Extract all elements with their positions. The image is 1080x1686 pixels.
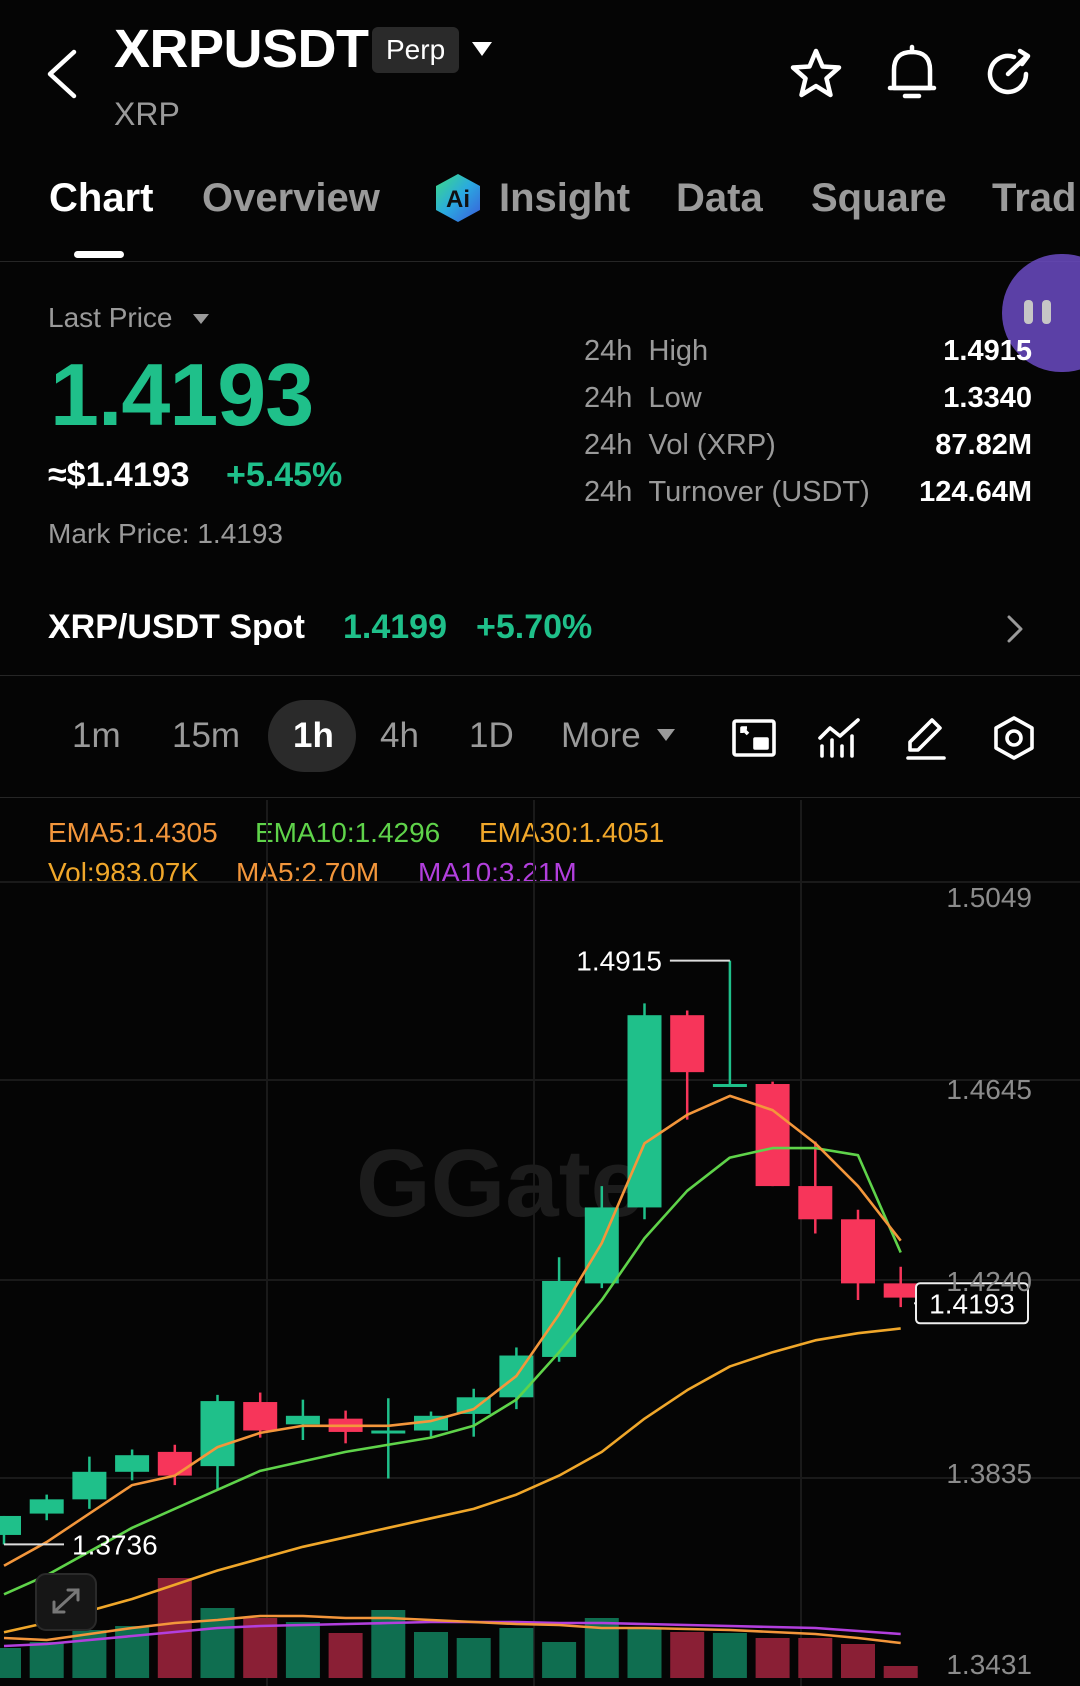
- svg-text:Ai: Ai: [446, 186, 470, 213]
- stat-low-label: 24h Low: [584, 382, 702, 414]
- candle-body: [755, 1084, 790, 1187]
- drawing-pencil-icon[interactable]: [900, 712, 952, 764]
- pair-title: XRPUSDT: [114, 19, 369, 79]
- volume-bar: [627, 1628, 662, 1678]
- candle-body: [841, 1219, 875, 1284]
- tab-data[interactable]: Data: [676, 176, 763, 221]
- volume-bar: [712, 1633, 747, 1678]
- volume-bar: [328, 1633, 363, 1678]
- tab-chart[interactable]: Chart: [49, 176, 153, 221]
- volume-bar: [883, 1666, 918, 1678]
- usd-price-value: ≈$1.4193: [48, 456, 190, 494]
- chart-grid: [0, 800, 1080, 1686]
- candle-body: [627, 1015, 662, 1208]
- contract-type-badge[interactable]: Perp: [372, 27, 460, 73]
- volume-bar: [29, 1642, 64, 1678]
- volume-bar: [755, 1638, 790, 1678]
- price-axis-tick: 1.3835: [946, 1458, 1032, 1489]
- spot-change-percent: +5.70%: [476, 608, 593, 646]
- price-type-caret-icon[interactable]: [192, 313, 210, 325]
- ai-insight-icon: Ai: [436, 174, 480, 222]
- tab-square[interactable]: Square: [811, 176, 947, 221]
- candlestick-chart[interactable]: GGate 1.49151.37361.4193 1.50491.46451.4…: [0, 800, 1080, 1686]
- volume-bar: [542, 1642, 577, 1678]
- candle-body: [712, 1084, 747, 1088]
- stat-high-label: 24h High: [584, 335, 709, 367]
- high-marker-label: 1.4915: [576, 946, 662, 977]
- candle-body: [798, 1186, 833, 1220]
- stat-low-value: 1.3340: [943, 382, 1032, 414]
- favorite-star-icon[interactable]: [788, 46, 844, 102]
- active-tab-indicator: [74, 251, 124, 258]
- last-price-value: 1.4193: [50, 345, 314, 444]
- expand-chart-button[interactable]: [35, 1573, 97, 1631]
- stat-high-value: 1.4915: [943, 335, 1032, 367]
- spot-price: 1.4199: [343, 608, 447, 646]
- stat-turnover-value: 124.64M: [919, 476, 1032, 508]
- candle-body: [157, 1451, 192, 1476]
- indicators-icon[interactable]: [814, 712, 866, 764]
- timeframe-4h[interactable]: 4h: [380, 716, 419, 756]
- volume-bar: [72, 1630, 107, 1678]
- share-refresh-icon[interactable]: [980, 46, 1036, 102]
- fullscreen-chart-icon[interactable]: [728, 712, 780, 764]
- mark-price: Mark Price: 1.4193: [48, 518, 283, 549]
- volume-bar: [841, 1644, 875, 1678]
- volume-bar: [414, 1632, 448, 1678]
- price-axis-tick: 1.4645: [946, 1074, 1032, 1105]
- timeframe-more[interactable]: More: [561, 716, 641, 756]
- tab-overview[interactable]: Overview: [202, 176, 380, 221]
- volume-bar: [670, 1632, 705, 1678]
- price-axis-tick: 1.5049: [946, 882, 1032, 913]
- section-divider: [0, 675, 1080, 676]
- candle-body: [29, 1499, 64, 1514]
- stat-turnover-label: 24h Turnover (USDT): [584, 476, 870, 508]
- alert-bell-icon[interactable]: [884, 44, 940, 104]
- candle-body: [115, 1455, 150, 1472]
- tabs-divider: [0, 261, 1080, 262]
- more-caret-icon[interactable]: [656, 728, 676, 742]
- last-price-label[interactable]: Last Price: [48, 302, 173, 334]
- price-axis-tick: 1.3431: [946, 1649, 1032, 1680]
- spot-pair-label: XRP/USDT Spot: [48, 608, 305, 646]
- low-marker-label: 1.3736: [72, 1529, 158, 1560]
- stat-volume-label: 24h Vol (XRP): [584, 429, 776, 461]
- tab-insight[interactable]: Insight: [499, 176, 630, 221]
- candle-body: [72, 1471, 107, 1500]
- back-arrow-icon[interactable]: [40, 46, 86, 102]
- timeframe-1d[interactable]: 1D: [469, 716, 514, 756]
- volume-bar: [798, 1638, 833, 1678]
- toolbar-divider: [0, 797, 1080, 798]
- volume-bar: [499, 1628, 534, 1678]
- candle-body: [371, 1430, 406, 1434]
- candle-body: [0, 1515, 21, 1535]
- timeframe-15m[interactable]: 15m: [172, 716, 240, 756]
- stat-volume-value: 87.82M: [935, 429, 1032, 461]
- volume-bar: [371, 1610, 406, 1678]
- chart-settings-gear-icon[interactable]: [988, 712, 1040, 764]
- price-axis-tick: 1.4240: [946, 1266, 1032, 1297]
- candle-body: [285, 1415, 320, 1425]
- timeframe-1h[interactable]: 1h: [293, 716, 334, 756]
- tab-trade[interactable]: Trad: [992, 176, 1080, 221]
- volume-bar: [456, 1638, 491, 1678]
- volume-bar: [285, 1622, 320, 1678]
- contract-dropdown-caret-icon[interactable]: [470, 40, 494, 58]
- price-change-percent: +5.45%: [226, 456, 343, 494]
- base-coin-label: XRP: [114, 96, 180, 132]
- volume-bar: [157, 1578, 192, 1678]
- volume-bar: [0, 1648, 21, 1678]
- ema30-line: [3, 1327, 901, 1634]
- candle-body: [883, 1283, 918, 1298]
- chevron-right-icon[interactable]: [1006, 614, 1024, 644]
- timeframe-1m[interactable]: 1m: [72, 716, 121, 756]
- candle-body: [670, 1015, 705, 1073]
- candle-body: [243, 1402, 278, 1431]
